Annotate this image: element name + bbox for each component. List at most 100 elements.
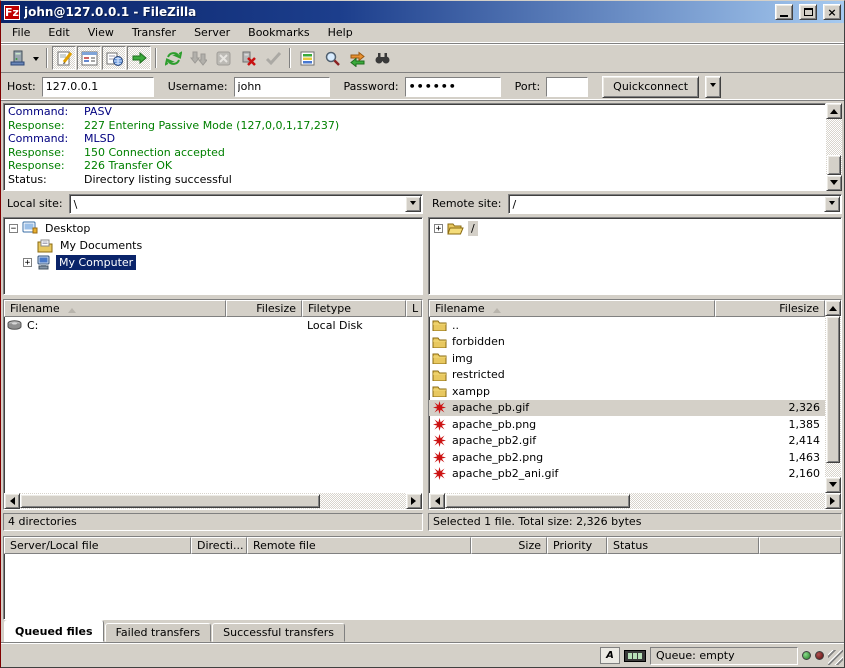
file-row[interactable]: restricted bbox=[429, 367, 825, 384]
toggle-transfer-queue-button[interactable] bbox=[127, 46, 151, 70]
scroll-left-button[interactable] bbox=[4, 493, 20, 509]
tree-item-desktop[interactable]: − Desktop bbox=[4, 220, 422, 237]
tree-item-my-documents[interactable]: My Documents bbox=[4, 237, 422, 254]
reconnect-button[interactable] bbox=[261, 46, 285, 70]
find-files-button[interactable] bbox=[370, 46, 394, 70]
username-field[interactable] bbox=[234, 77, 330, 97]
remote-site-dropdown[interactable] bbox=[824, 196, 840, 212]
remote-file-rows[interactable]: .. forbidden img bbox=[429, 317, 825, 493]
scrollbar-thumb[interactable] bbox=[20, 494, 320, 508]
collapse-expander[interactable]: − bbox=[9, 224, 18, 233]
expand-expander[interactable]: + bbox=[434, 224, 443, 233]
tab-successful-transfers[interactable]: Successful transfers bbox=[212, 623, 345, 642]
column-header-filename[interactable]: Filename bbox=[4, 300, 226, 317]
menu-server[interactable]: Server bbox=[185, 23, 239, 42]
remote-directory-tree[interactable]: + / bbox=[428, 217, 842, 295]
site-manager-button[interactable] bbox=[5, 46, 29, 70]
file-row[interactable]: apache_pb2_ani.gif 2,160 bbox=[429, 466, 825, 483]
scroll-left-button[interactable] bbox=[429, 493, 445, 509]
menu-view[interactable]: View bbox=[79, 23, 123, 42]
menu-file[interactable]: File bbox=[3, 23, 39, 42]
scrollbar-track[interactable] bbox=[630, 493, 825, 509]
log-vertical-scrollbar[interactable] bbox=[826, 103, 842, 191]
data-type-indicator-icon[interactable]: A bbox=[600, 647, 620, 664]
column-header-server-local-file[interactable]: Server/Local file bbox=[4, 537, 191, 554]
scrollbar-thumb[interactable] bbox=[827, 155, 841, 175]
tab-failed-transfers[interactable]: Failed transfers bbox=[105, 623, 212, 642]
close-button[interactable]: × bbox=[823, 4, 841, 20]
sync-browsing-button[interactable] bbox=[345, 46, 369, 70]
menu-edit[interactable]: Edit bbox=[39, 23, 78, 42]
compare-button[interactable] bbox=[320, 46, 344, 70]
menu-help[interactable]: Help bbox=[319, 23, 362, 42]
maximize-button[interactable] bbox=[799, 4, 817, 20]
password-field[interactable] bbox=[405, 77, 501, 97]
cancel-button[interactable] bbox=[211, 46, 235, 70]
remote-vertical-scrollbar[interactable] bbox=[825, 300, 841, 493]
scrollbar-track[interactable] bbox=[826, 119, 842, 155]
host-input[interactable] bbox=[43, 78, 153, 96]
refresh-button[interactable] bbox=[161, 46, 185, 70]
column-header-status[interactable]: Status bbox=[607, 537, 759, 554]
column-header-direction[interactable]: Directi... bbox=[191, 537, 247, 554]
file-row[interactable]: .. bbox=[429, 317, 825, 334]
file-row[interactable]: forbidden bbox=[429, 334, 825, 351]
remote-horizontal-scrollbar[interactable] bbox=[429, 493, 841, 509]
menu-bookmarks[interactable]: Bookmarks bbox=[239, 23, 318, 42]
local-site-combo[interactable]: \ bbox=[69, 194, 423, 214]
local-file-rows[interactable]: C: Local Disk bbox=[4, 317, 422, 493]
column-header-filetype[interactable]: Filetype bbox=[302, 300, 406, 317]
column-header-filesize[interactable]: Filesize bbox=[715, 300, 825, 317]
column-header-priority[interactable]: Priority bbox=[547, 537, 607, 554]
password-input[interactable] bbox=[406, 78, 500, 96]
toggle-message-log-button[interactable] bbox=[52, 46, 76, 70]
column-header-modified[interactable]: L bbox=[406, 300, 422, 317]
queue-empty-area[interactable] bbox=[4, 554, 841, 619]
message-log[interactable]: Command:PASV Response:227 Entering Passi… bbox=[3, 103, 826, 191]
file-row[interactable]: apache_pb.png 1,385 bbox=[429, 416, 825, 433]
tab-queued-files[interactable]: Queued files bbox=[4, 620, 104, 642]
scroll-down-button[interactable] bbox=[825, 477, 841, 493]
local-horizontal-scrollbar[interactable] bbox=[4, 493, 422, 509]
file-row-selected[interactable]: apache_pb.gif 2,326 bbox=[429, 400, 825, 417]
resize-grip[interactable] bbox=[828, 650, 843, 665]
column-header-size[interactable]: Size bbox=[471, 537, 547, 554]
quickconnect-dropdown[interactable] bbox=[705, 76, 721, 98]
disconnect-button[interactable] bbox=[236, 46, 260, 70]
file-row-c-drive[interactable]: C: Local Disk bbox=[4, 317, 422, 334]
username-input[interactable] bbox=[235, 78, 329, 96]
file-row[interactable]: apache_pb2.png 1,463 bbox=[429, 449, 825, 466]
scrollbar-thumb[interactable] bbox=[445, 494, 630, 508]
minimize-button[interactable] bbox=[775, 4, 793, 20]
file-row[interactable]: xampp bbox=[429, 383, 825, 400]
site-manager-dropdown[interactable] bbox=[30, 46, 42, 70]
column-header-filesize[interactable]: Filesize bbox=[226, 300, 302, 317]
scroll-down-button[interactable] bbox=[826, 175, 842, 191]
tree-item-my-computer[interactable]: + My Computer bbox=[4, 254, 422, 271]
scrollbar-thumb[interactable] bbox=[826, 316, 840, 463]
speed-limit-icon[interactable] bbox=[624, 650, 646, 662]
title-bar[interactable]: Fz john@127.0.0.1 - FileZilla × bbox=[1, 1, 844, 23]
host-field[interactable] bbox=[42, 77, 154, 97]
filter-button[interactable] bbox=[295, 46, 319, 70]
toggle-remote-treeview-button[interactable] bbox=[102, 46, 126, 70]
scroll-right-button[interactable] bbox=[406, 493, 422, 509]
toggle-local-treeview-button[interactable] bbox=[77, 46, 101, 70]
scroll-right-button[interactable] bbox=[825, 493, 841, 509]
column-header-remote-file[interactable]: Remote file bbox=[247, 537, 471, 554]
expand-expander[interactable]: + bbox=[23, 258, 32, 267]
local-site-dropdown[interactable] bbox=[405, 196, 421, 212]
local-directory-tree[interactable]: − Desktop My Documents + bbox=[3, 217, 423, 295]
column-header-filename[interactable]: Filename bbox=[429, 300, 715, 317]
quickconnect-button[interactable]: Quickconnect bbox=[602, 76, 699, 98]
remote-site-combo[interactable]: / bbox=[508, 194, 842, 214]
scrollbar-track[interactable] bbox=[320, 493, 406, 509]
file-row[interactable]: apache_pb2.gif 2,414 bbox=[429, 433, 825, 450]
file-row[interactable]: img bbox=[429, 350, 825, 367]
menu-transfer[interactable]: Transfer bbox=[123, 23, 185, 42]
port-field[interactable] bbox=[546, 77, 588, 97]
port-input[interactable] bbox=[547, 78, 587, 96]
scroll-up-button[interactable] bbox=[825, 300, 841, 316]
tree-item-root[interactable]: + / bbox=[429, 220, 841, 237]
process-queue-button[interactable] bbox=[186, 46, 210, 70]
